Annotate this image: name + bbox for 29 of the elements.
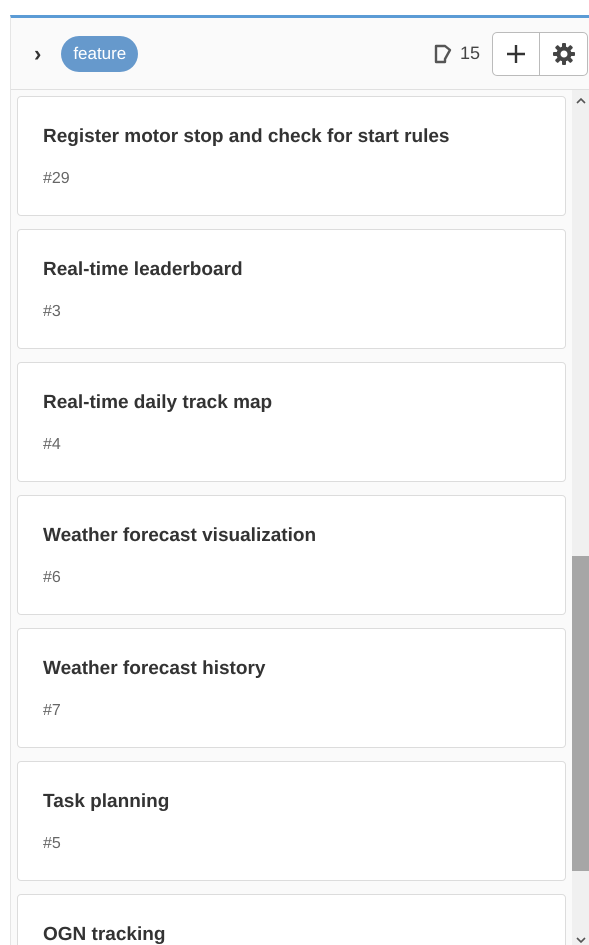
card-title: Real-time daily track map — [43, 391, 274, 415]
issue-card[interactable]: OGN tracking — [17, 894, 566, 945]
scroll-down-icon[interactable] — [576, 937, 586, 943]
issue-number: #7 — [43, 701, 62, 721]
label-badge: feature — [61, 36, 138, 72]
scrollbar[interactable] — [572, 90, 589, 945]
scroll-up-icon[interactable] — [576, 98, 586, 104]
card-title: Weather forecast visualization — [43, 524, 318, 548]
issue-number: #4 — [43, 435, 62, 455]
issue-number: #5 — [43, 834, 62, 854]
expand-icon[interactable]: › — [34, 42, 42, 64]
card-title: Weather forecast history — [43, 657, 266, 681]
issue-number: #6 — [43, 568, 62, 588]
scrollbar-thumb[interactable] — [572, 556, 589, 871]
card-title: Real-time leaderboard — [43, 258, 244, 282]
card-count: 15 — [460, 42, 480, 65]
issue-card[interactable]: Real-time daily track map #4 — [17, 362, 566, 482]
issue-card[interactable]: Weather forecast visualization #6 — [17, 495, 566, 615]
issue-card[interactable]: Register motor stop and check for start rules #29 — [17, 96, 566, 216]
issue-card[interactable]: Task planning #5 — [17, 761, 566, 881]
plus-icon — [506, 44, 526, 64]
settings-icon — [552, 42, 576, 66]
card-title: Register motor stop and check for start rules — [43, 125, 450, 149]
card-title: Task planning — [43, 790, 170, 814]
issue-card[interactable]: Real-time leaderboard #3 — [17, 229, 566, 349]
issue-number: #3 — [43, 302, 62, 322]
card-title: OGN tracking — [43, 923, 166, 945]
issue-card[interactable]: Weather forecast history #7 — [17, 628, 566, 748]
issue-number: #29 — [43, 169, 71, 189]
